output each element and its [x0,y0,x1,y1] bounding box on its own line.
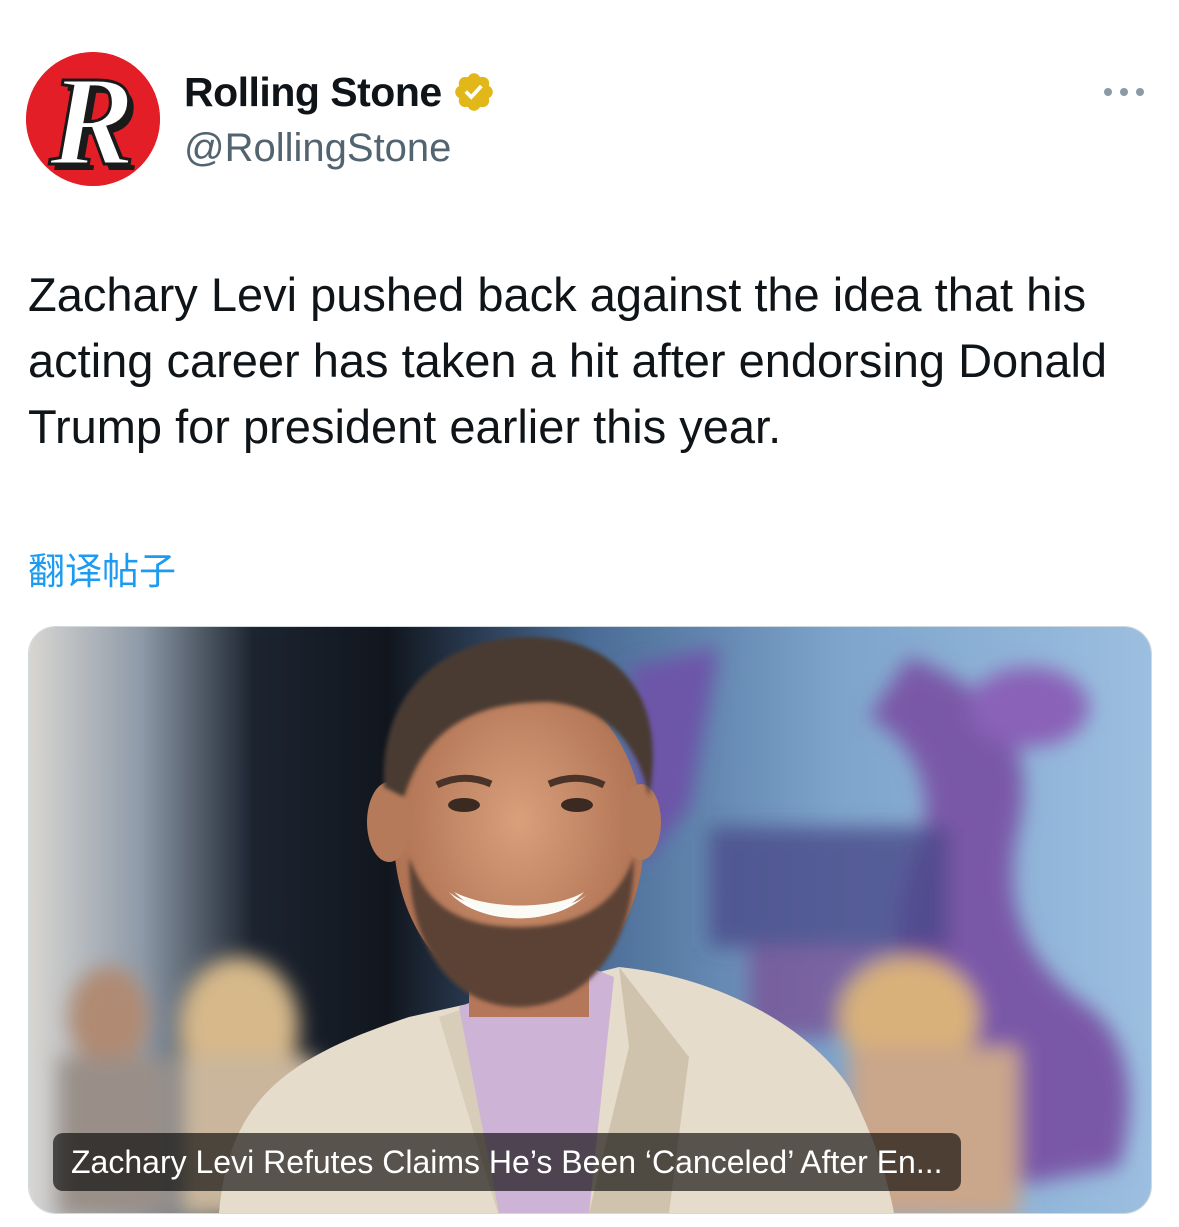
display-name[interactable]: Rolling Stone [184,66,442,118]
link-card[interactable]: Zachary Levi Refutes Claims He’s Been ‘C… [28,626,1152,1214]
rolling-stone-logo: R R [26,52,160,186]
article-thumbnail-image [29,627,1151,1213]
svg-text:R: R [48,52,134,186]
more-horizontal-icon[interactable] [1102,82,1146,102]
link-card-title: Zachary Levi Refutes Claims He’s Been ‘C… [53,1133,961,1191]
tweet-text: Zachary Levi pushed back against the ide… [28,268,1108,453]
verified-badge-icon[interactable] [452,70,496,114]
handle[interactable]: @RollingStone [184,122,451,174]
avatar[interactable]: R R [26,52,160,186]
tweet-header: R R Rolling Stone @RollingStone [26,52,1156,188]
translate-post-link[interactable]: 翻译帖子 [28,546,176,598]
name-row: Rolling Stone [184,66,496,118]
